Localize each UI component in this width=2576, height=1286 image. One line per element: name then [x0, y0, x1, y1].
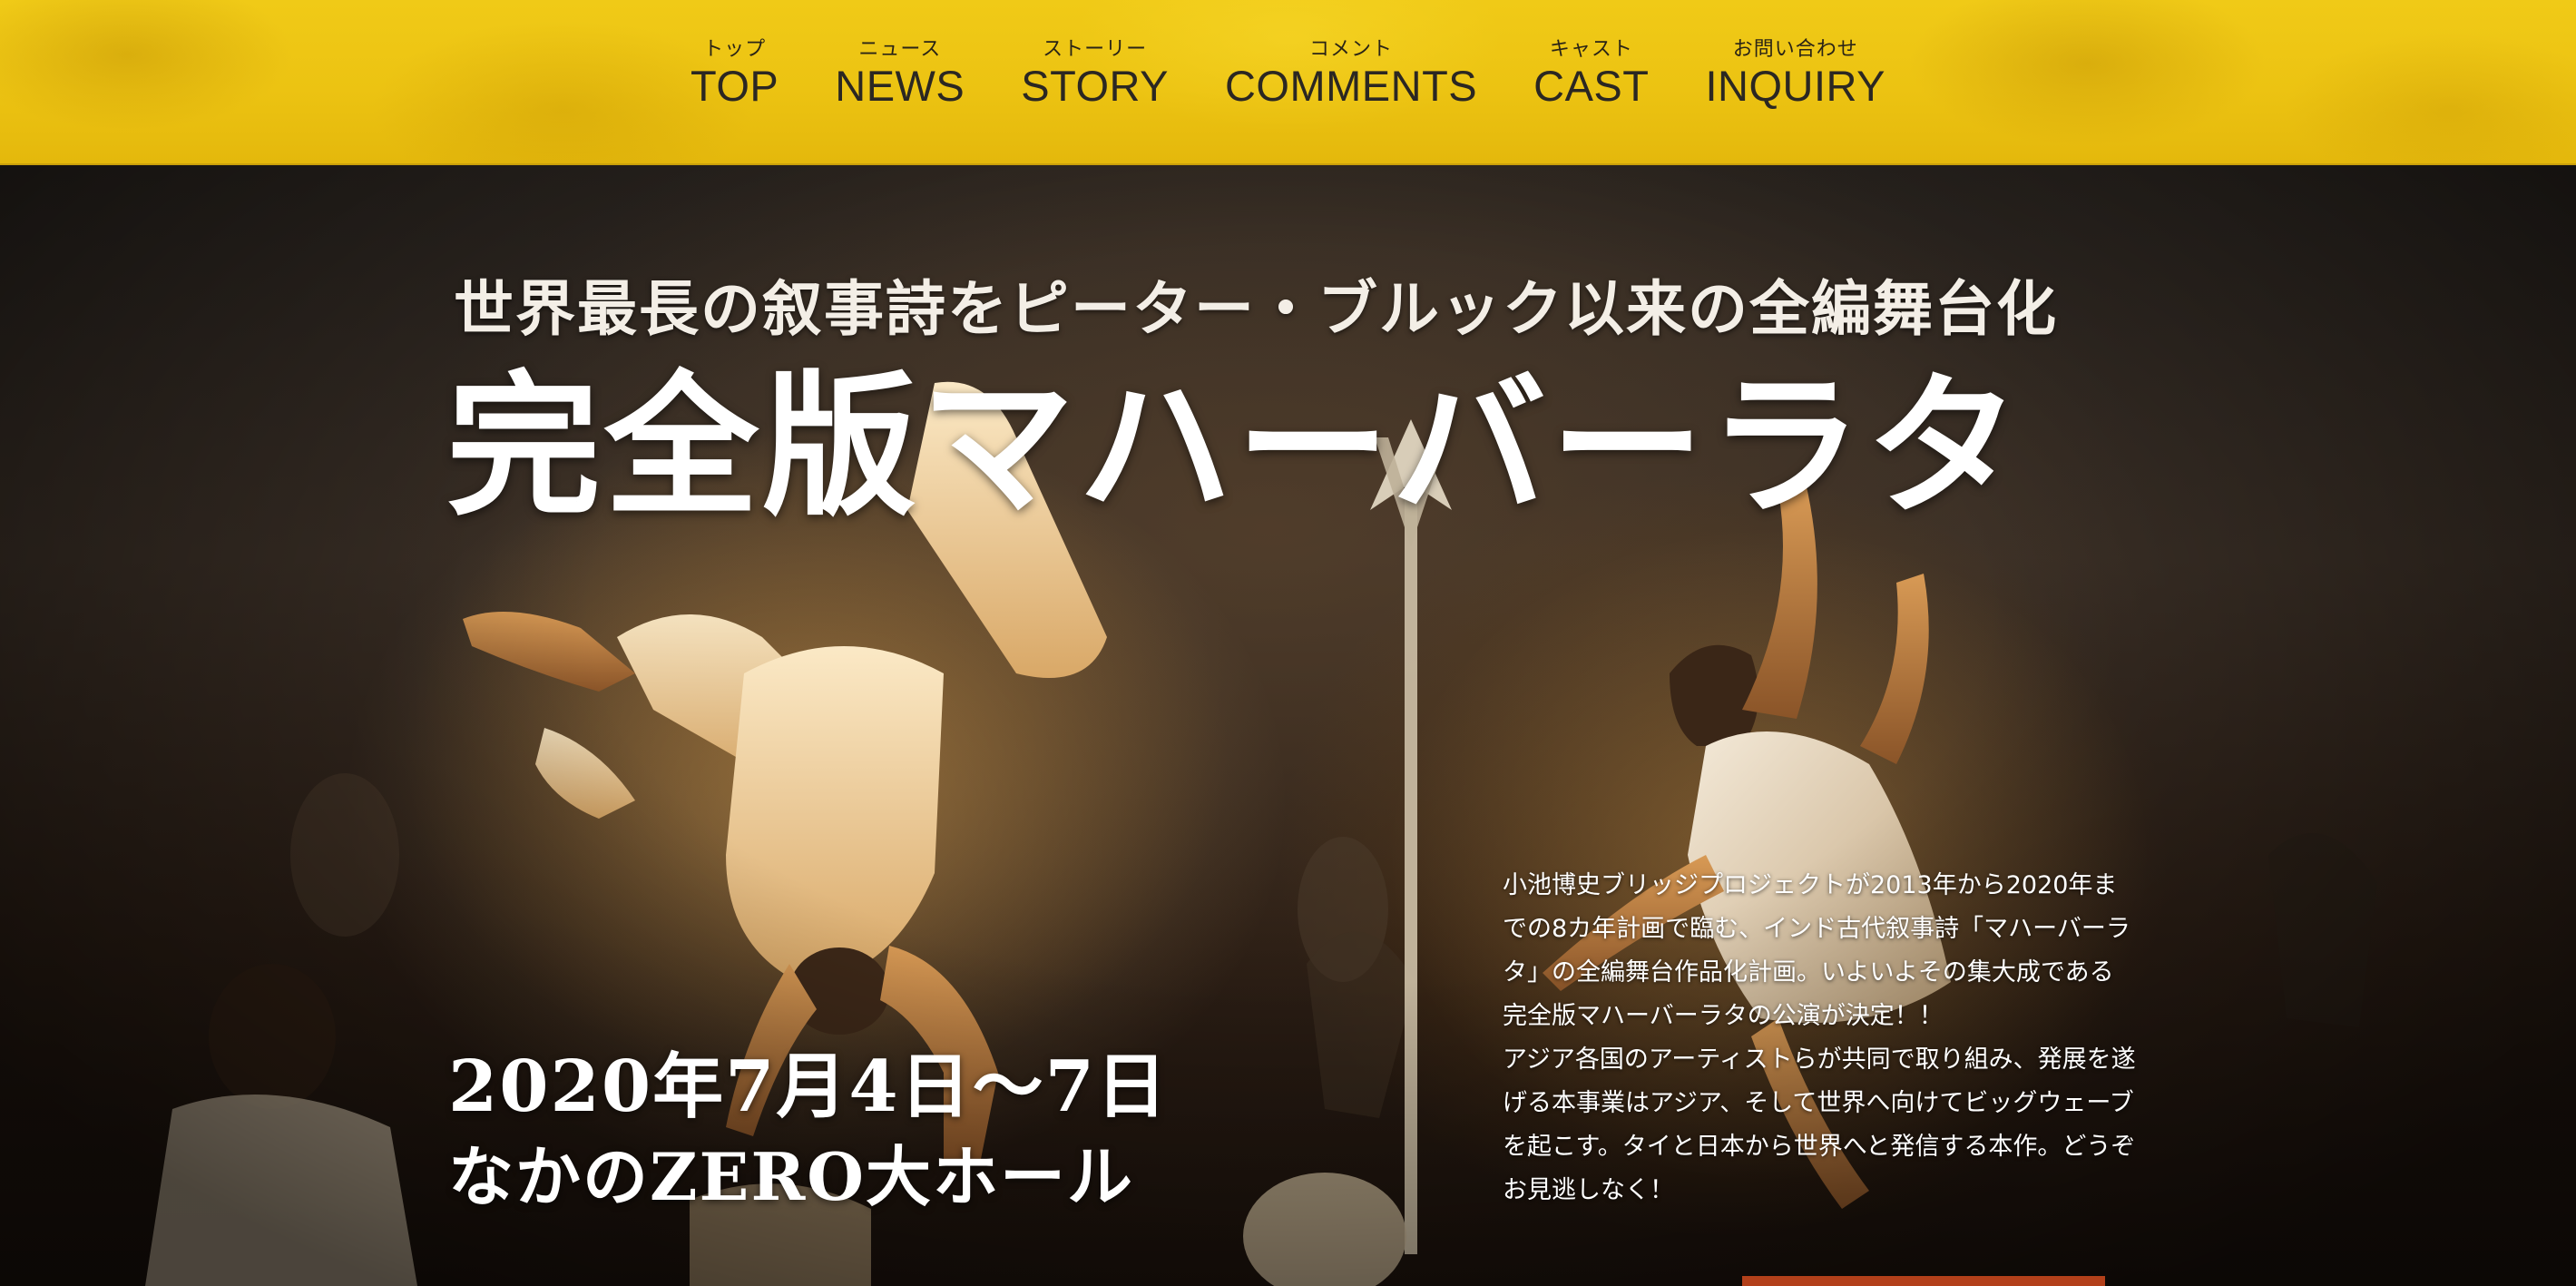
- nav-item-inquiry[interactable]: お問い合わせ INQUIRY: [1706, 38, 1886, 111]
- nav-item-ruby: キャスト: [1549, 38, 1633, 61]
- nav-item-ruby: お問い合わせ: [1732, 38, 1858, 61]
- intro-paragraph: 小池博史ブリッジプロジェクトが2013年から2020年までの8カ年計画で臨む、イ…: [1503, 871, 2130, 1030]
- cta-button-edge[interactable]: [1742, 1276, 2105, 1286]
- main-navigation: トップ TOP ニュース NEWS ストーリー STORY コメント COMME…: [0, 0, 2576, 165]
- nav-item-ruby: ストーリー: [1043, 38, 1148, 61]
- nav-item-label: STORY: [1021, 62, 1169, 110]
- nav-item-story[interactable]: ストーリー STORY: [1021, 38, 1169, 111]
- hero-section: 世界最長の叙事詩をピーター・ブルック以来の全編舞台化 完全版マハーバーラタ 20…: [0, 165, 2576, 1286]
- intro-paragraph: アジア各国のアーティストらが共同で取り組み、発展を遂げる本事業はアジア、そして世…: [1503, 1045, 2136, 1204]
- nav-item-top[interactable]: トップ TOP: [691, 38, 779, 111]
- nav-item-label: INQUIRY: [1705, 62, 1885, 110]
- nav-item-label: TOP: [690, 62, 779, 110]
- nav-item-news[interactable]: ニュース NEWS: [835, 38, 965, 111]
- nav-item-label: CAST: [1533, 62, 1650, 110]
- hero-title: 完全版マハーバーラタ: [446, 356, 2024, 537]
- hero-tagline: 世界最長の叙事詩をピーター・ブルック以来の全編舞台化: [454, 273, 2058, 344]
- top-nav-bar: トップ TOP ニュース NEWS ストーリー STORY コメント COMME…: [0, 0, 2576, 165]
- nav-item-label: NEWS: [835, 62, 965, 110]
- nav-item-ruby: コメント: [1309, 38, 1394, 61]
- nav-item-comments[interactable]: コメント COMMENTS: [1225, 38, 1477, 111]
- event-venue: なかのZERO大ホール: [448, 1138, 1134, 1215]
- nav-item-ruby: トップ: [703, 38, 767, 61]
- nav-item-cast[interactable]: キャスト CAST: [1533, 38, 1649, 111]
- intro-text: 小池博史ブリッジプロジェクトが2013年から2020年までの8カ年計画で臨む、イ…: [1503, 864, 2138, 1212]
- nav-item-label: COMMENTS: [1224, 62, 1478, 110]
- nav-item-ruby: ニュース: [858, 38, 942, 61]
- event-date: 2020年7月4日〜7日: [448, 1045, 1169, 1128]
